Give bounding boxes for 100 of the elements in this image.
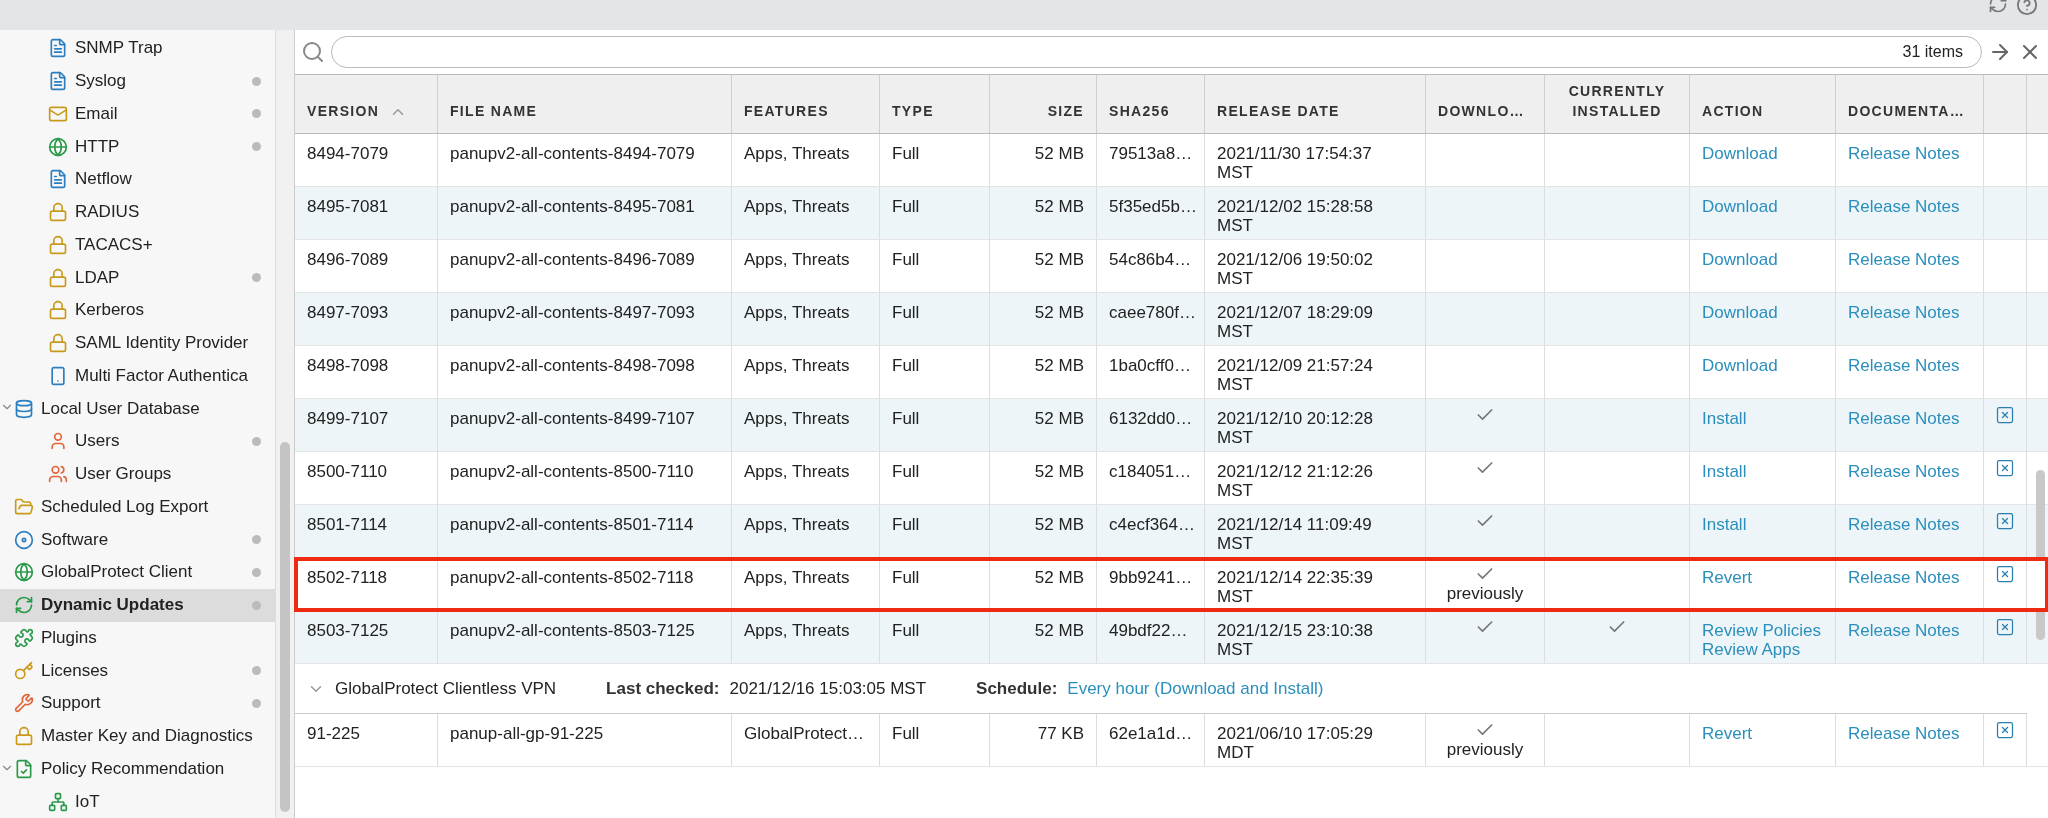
sidebar-item[interactable]: LDAP: [0, 261, 275, 294]
scrollbar-thumb[interactable]: [280, 442, 290, 812]
sidebar-item[interactable]: GlobalProtect Client: [0, 556, 275, 589]
table-row[interactable]: 91-225 panup-all-gp-91-225 GlobalProtect… Full 77 KB 62e1a1d… 2021/06/10 17:05:29 MDT previously Revert Release Notes: [295, 714, 2048, 767]
type-cell: Full: [880, 134, 990, 186]
last-checked-value: 2021/12/16 15:03:05 MST: [729, 678, 927, 699]
sidebar-item[interactable]: Netflow: [0, 163, 275, 196]
type-cell: Full: [880, 399, 990, 451]
column-header[interactable]: ACTION: [1690, 75, 1836, 133]
sidebar-item[interactable]: Licenses: [0, 654, 275, 687]
lock-icon: [48, 234, 68, 255]
file-name-cell: panupv2-all-contents-8500-7110: [438, 452, 732, 504]
action-link[interactable]: Download: [1702, 356, 1778, 375]
features-cell: Apps, Threats: [732, 293, 880, 345]
folder-icon: [14, 496, 34, 517]
lock-icon: [14, 726, 34, 747]
release-notes-link[interactable]: Release Notes: [1848, 724, 1960, 743]
column-header[interactable]: FEATURES: [732, 75, 880, 133]
sidebar-item[interactable]: RADIUS: [0, 195, 275, 229]
document-check-icon: [14, 758, 34, 779]
release-notes-link[interactable]: Release Notes: [1848, 568, 1960, 587]
users-icon: [48, 464, 68, 485]
release-notes-link[interactable]: Release Notes: [1848, 356, 1960, 375]
search-icon[interactable]: [301, 40, 325, 64]
sidebar-item[interactable]: HTTP: [0, 130, 275, 163]
release-notes-link[interactable]: Release Notes: [1848, 144, 1960, 163]
table-row[interactable]: 8503-7125 panupv2-all-contents-8503-7125 Apps, Threats Full 52 MB 49bdf22… 2021/12/15 23:10:38 MST Review Policies Review Apps Release Notes: [295, 611, 2048, 664]
column-header[interactable]: FILE NAME: [438, 75, 732, 133]
sidebar-item[interactable]: Email: [0, 97, 275, 131]
release-date-cell: 2021/12/14 22:35:39 MST: [1205, 558, 1426, 610]
delete-icon[interactable]: [1995, 564, 2015, 584]
sidebar-item[interactable]: Multi Factor Authentica: [0, 359, 275, 393]
sha256-cell: 49bdf22…: [1097, 611, 1205, 663]
table-row[interactable]: 8499-7107 panupv2-all-contents-8499-7107 Apps, Threats Full 52 MB 6132dd0… 2021/12/10 20:12:28 MST Install Release Notes: [295, 399, 2048, 452]
help-icon[interactable]: [2016, 0, 2038, 16]
version-cell: 8502-7118: [295, 558, 438, 610]
sidebar-item[interactable]: SNMP Trap: [0, 32, 275, 65]
table-row[interactable]: 8501-7114 panupv2-all-contents-8501-7114 Apps, Threats Full 52 MB c4ecf364… 2021/12/14 11:09:49 MST Install Release Notes: [295, 505, 2048, 558]
delete-icon[interactable]: [1995, 720, 2015, 740]
column-header[interactable]: RELEASE DATE: [1205, 75, 1426, 133]
sidebar-item[interactable]: SAML Identity Provider: [0, 326, 275, 360]
sidebar-item[interactable]: Syslog: [0, 64, 275, 98]
sidebar-item[interactable]: Software: [0, 523, 275, 556]
sidebar-item[interactable]: Kerberos: [0, 294, 275, 327]
table-row[interactable]: 8496-7089 panupv2-all-contents-8496-7089 Apps, Threats Full 52 MB 54c86b4… 2021/12/06 19:50:02 MST Download Release Notes: [295, 240, 2048, 293]
version-cell: 8500-7110: [295, 452, 438, 504]
action-link[interactable]: Revert: [1702, 724, 1753, 743]
table-row[interactable]: 8502-7118 panupv2-all-contents-8502-7118 Apps, Threats Full 52 MB 9bb9241… 2021/12/14 22:35:39 MST previously Revert Release Notes: [295, 558, 2048, 611]
schedule-link[interactable]: Every hour (Download and Install): [1067, 679, 1324, 698]
action-link[interactable]: Revert: [1702, 568, 1753, 587]
sidebar-item[interactable]: Master Key and Diagnostics: [0, 719, 275, 753]
table-row[interactable]: 8494-7079 panupv2-all-contents-8494-7079 Apps, Threats Full 52 MB 79513a8… 2021/11/30 17:54:37 MST Download Release Notes: [295, 134, 2048, 187]
document-icon: [48, 169, 68, 190]
release-notes-link[interactable]: Release Notes: [1848, 250, 1960, 269]
action-link[interactable]: Download: [1702, 250, 1778, 269]
sidebar-item[interactable]: Users: [0, 425, 275, 458]
features-cell: Apps, Threats: [732, 558, 880, 610]
refresh-icon: [14, 595, 34, 616]
sidebar-item[interactable]: Dynamic Updates: [0, 588, 275, 622]
delete-icon[interactable]: [1995, 458, 2015, 478]
column-header[interactable]: VERSION: [295, 75, 438, 133]
sidebar-item[interactable]: Plugins: [0, 621, 275, 655]
action-link[interactable]: Download: [1702, 144, 1778, 163]
version-cell: 8498-7098: [295, 346, 438, 398]
phone-icon: [48, 365, 68, 386]
size-cell: 52 MB: [990, 240, 1097, 292]
table-row[interactable]: 8500-7110 panupv2-all-contents-8500-7110 Apps, Threats Full 52 MB c184051… 2021/12/12 21:12:26 MST Install Release Notes: [295, 452, 2048, 505]
column-header[interactable]: TYPE: [880, 75, 990, 133]
column-header[interactable]: SIZE: [990, 75, 1097, 133]
release-date-cell: 2021/12/09 21:57:24 MST: [1205, 346, 1426, 398]
features-cell: GlobalProtect…: [732, 714, 880, 766]
release-notes-link[interactable]: Release Notes: [1848, 462, 1960, 481]
sidebar-item[interactable]: TACACS+: [0, 228, 275, 262]
refresh-icon[interactable]: [1988, 0, 2008, 14]
sidebar-item[interactable]: IoT: [0, 785, 275, 818]
features-cell: Apps, Threats: [732, 452, 880, 504]
action-link[interactable]: Install: [1702, 462, 1747, 481]
sha256-cell: caee780f…: [1097, 293, 1205, 345]
features-cell: Apps, Threats: [732, 187, 880, 239]
type-cell: Full: [880, 558, 990, 610]
column-header[interactable]: DOWNLO…: [1426, 75, 1545, 133]
sidebar-item[interactable]: Local User Database: [0, 392, 275, 425]
version-cell: 8497-7093: [295, 293, 438, 345]
sidebar-item[interactable]: Scheduled Log Export: [0, 490, 275, 524]
sidebar-item[interactable]: User Groups: [0, 457, 275, 491]
delete-icon[interactable]: [1995, 405, 2015, 425]
sidebar-item[interactable]: Policy Recommendation: [0, 752, 275, 786]
disc-icon: [14, 529, 34, 550]
column-header[interactable]: CURRENTLY INSTALLED: [1545, 75, 1690, 133]
type-cell: Full: [880, 240, 990, 292]
scrollbar-thumb[interactable]: [2036, 470, 2045, 640]
column-header[interactable]: SHA256: [1097, 75, 1205, 133]
wrench-icon: [14, 693, 34, 714]
release-date-cell: 2021/12/12 21:12:26 MST: [1205, 452, 1426, 504]
column-header[interactable]: DOCUMENTA…: [1836, 75, 1984, 133]
sidebar-item[interactable]: Support: [0, 687, 275, 720]
delete-icon[interactable]: [1995, 511, 2015, 531]
table-row[interactable]: 8498-7098 panupv2-all-contents-8498-7098 Apps, Threats Full 52 MB 1ba0cff0… 2021/12/09 21:57:24 MST Download Release Notes: [295, 346, 2048, 399]
schedule-label: Schedule:: [976, 678, 1058, 699]
delete-icon[interactable]: [1995, 617, 2015, 637]
